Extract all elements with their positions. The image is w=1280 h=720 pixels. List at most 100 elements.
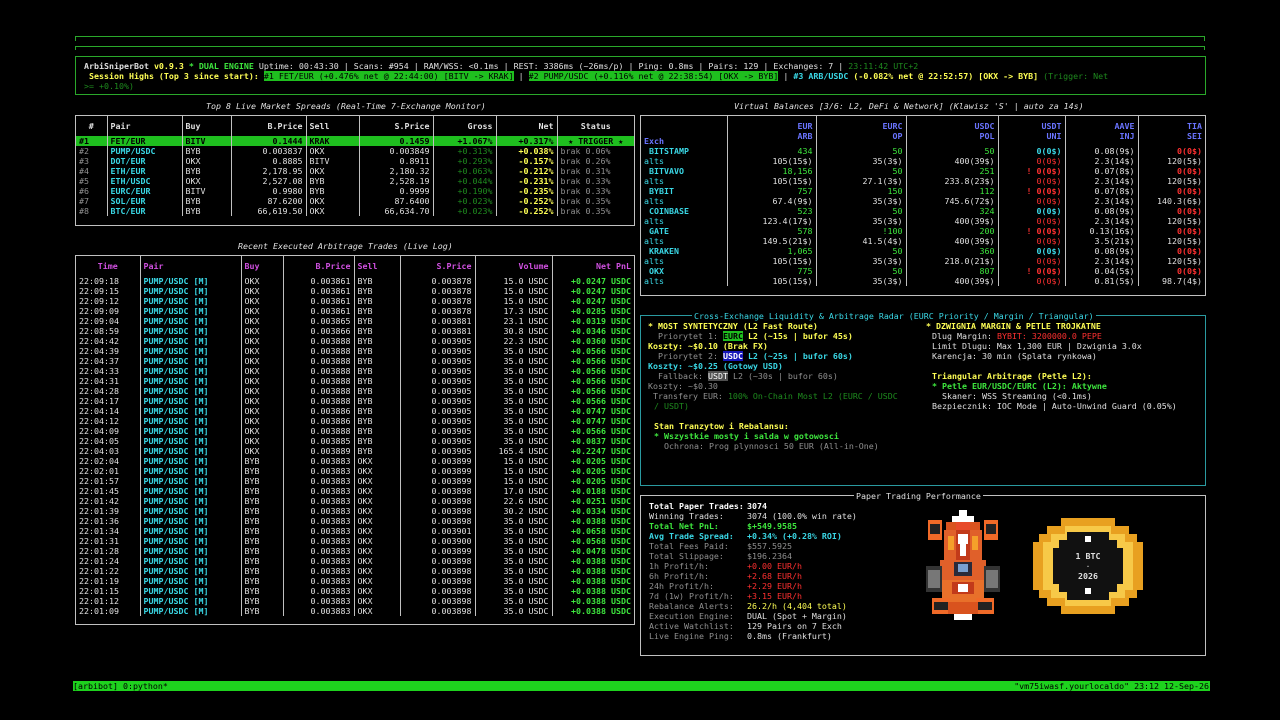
balances-exch-header: Exch [641,116,727,146]
trade-row[interactable]: 22:01:12 PUMP/USDC [M] BYB 0.003883 OKX 0.003… [76,596,634,606]
trade-cell: 0.003898 [399,596,475,606]
trade-row[interactable]: 22:01:42 PUMP/USDC [M] BYB 0.003883 OKX 0.003… [76,496,634,506]
trade-row[interactable]: 22:01:28 PUMP/USDC [M] BYB 0.003883 OKX 0.003… [76,546,634,556]
trade-cell: OKX [353,586,400,596]
trade-row[interactable]: 22:01:19 PUMP/USDC [M] BYB 0.003883 OKX 0.003… [76,576,634,586]
trade-row[interactable]: 22:01:09 PUMP/USDC [M] BYB 0.003883 OKX 0.003… [76,606,634,616]
spread-row[interactable]: #3 DOT/EUR OKX 0.8885 BITV 0.8911 +0.293% -0.15… [76,156,634,166]
trade-cell: +0.0566 USDC [551,386,634,396]
trade-row[interactable]: 22:02:04 PUMP/USDC [M] BYB 0.003883 OKX 0.003… [76,456,634,466]
spread-row[interactable]: #7 SOL/EUR BYB 87.6200 OKX 87.6400 +0.023% -0.2… [76,196,634,206]
trade-row[interactable]: 22:09:12 PUMP/USDC [M] OKX 0.003861 BYB 0.003… [76,296,634,306]
spread-cell: +0.293% [432,156,496,166]
balance-row-alts: alts 67.4(9$) 35(3$) 745.6(72$) 0(0$) 2.3(14$… [641,196,1205,206]
trade-cell: 165.4 USDC [474,446,552,456]
trade-cell: BYB [353,366,400,376]
trade-cell: 15.0 USDC [474,286,552,296]
trade-cell: 22:09:15 [79,286,119,296]
trade-cell: 22:04:05 [79,436,119,446]
app-version: v0.9.3 [153,61,184,71]
trade-row[interactable]: 22:01:22 PUMP/USDC [M] BYB 0.003883 OKX 0.003… [76,566,634,576]
trade-cell: OKX [240,376,283,386]
trade-row[interactable]: 22:04:37 PUMP/USDC [M] OKX 0.003888 BYB 0.003… [76,356,634,366]
trades-col-header: Pair [139,256,241,276]
trade-cell: +0.0388 USDC [551,576,634,586]
balance-alt-cell: 2.3(14$) [1064,176,1138,186]
trade-row[interactable]: 22:01:24 PUMP/USDC [M] BYB 0.003883 OKX 0.003… [76,556,634,566]
trade-cell: PUMP/USDC [M] [139,426,241,436]
spread-row[interactable]: #4 ETH/EUR BYB 2,178.95 OKX 2,180.32 +0.063% -0… [76,166,634,176]
trade-row[interactable]: 22:04:33 PUMP/USDC [M] OKX 0.003888 BYB 0.003… [76,366,634,376]
trade-cell: 22:01:22 [79,566,119,576]
balance-row-main[interactable]: OKX 775 50 807! 0(0$) 0.04(5$) 0(0$) [641,266,1205,276]
balance-row-main[interactable]: BYBIT 757 150 112! 0(0$) 0.07(8$) 0(0$) [641,186,1205,196]
trade-row[interactable]: 22:02:01 PUMP/USDC [M] BYB 0.003883 OKX 0.003… [76,466,634,476]
tmux-session[interactable]: [arbibot] 0:python* [73,681,168,691]
trade-row[interactable]: 22:04:28 PUMP/USDC [M] OKX 0.003888 BYB 0.003… [76,386,634,396]
trade-cell: 0.003883 [282,476,354,486]
spread-cell: -0.235% [495,186,557,196]
spread-row[interactable]: #5 ETH/USDC OKX 2,527.08 BYB 2,528.19 +0.044% -… [76,176,634,186]
trade-cell: 0.003905 [399,376,475,386]
trade-cell: 22:04:42 [79,336,119,346]
trade-row[interactable]: 22:04:39 PUMP/USDC [M] OKX 0.003888 BYB 0.003… [76,346,634,356]
trade-row[interactable]: 22:04:17 PUMP/USDC [M] OKX 0.003888 BYB 0.003… [76,396,634,406]
spread-row[interactable]: #6 EURC/EUR BITV 0.9980 BYB 0.9999 +0.190% -0.2… [76,186,634,196]
balance-row-main[interactable]: KRAKEN 1,065 50 360 0(0$) 0.08(9$) 0(0$) [641,246,1205,256]
spread-row[interactable]: #1 FET/EUR BITV 0.1444 KRAK 0.1459 +1.067% +0.3… [76,136,634,146]
spread-row[interactable]: #8 BTC/EUR BYB 66,619.50 OKX 66,634.70 +0.023%… [76,206,634,216]
trade-cell: +0.0388 USDC [551,596,634,606]
trade-row[interactable]: 22:01:36 PUMP/USDC [M] BYB 0.003883 OKX 0.003… [76,516,634,526]
trade-row[interactable]: 22:04:12 PUMP/USDC [M] OKX 0.003886 BYB 0.003… [76,416,634,426]
trade-row[interactable]: 22:04:03 PUMP/USDC [M] OKX 0.003889 BYB 0.003… [76,446,634,456]
trade-row[interactable]: 22:09:04 PUMP/USDC [M] OKX 0.003865 BYB 0.003… [76,316,634,326]
trade-row[interactable]: 22:04:31 PUMP/USDC [M] OKX 0.003888 BYB 0.003… [76,376,634,386]
spread-cell: 87.6400 [358,196,433,206]
trade-cell: BYB [240,476,283,486]
trade-row[interactable]: 22:01:15 PUMP/USDC [M] BYB 0.003883 OKX 0.003… [76,586,634,596]
trade-cell: +0.2247 USDC [551,446,634,456]
balance-alt-cell: 400(39$) [905,156,998,166]
trade-row[interactable]: 22:04:14 PUMP/USDC [M] OKX 0.003886 BYB 0.003… [76,406,634,416]
balance-cell: 523 [726,206,816,216]
trade-row[interactable]: 22:01:57 PUMP/USDC [M] BYB 0.003883 OKX 0.003… [76,476,634,486]
spread-cell: BYB [181,206,231,216]
balance-row-main[interactable]: BITSTAMP 434 50 50 0(0$) 0.08(9$) 0(0$) [641,146,1205,156]
trade-row[interactable]: 22:01:31 PUMP/USDC [M] BYB 0.003883 OKX 0.003… [76,536,634,546]
trade-cell: +0.0747 USDC [551,406,634,416]
balance-row-main[interactable]: BITVAVO 18,156 50 251! 0(0$) 0.07(8$) 0(0$) [641,166,1205,176]
trade-cell: 15.0 USDC [474,476,552,486]
trade-cell: 0.003899 [399,466,475,476]
trade-cell: 22.3 USDC [474,336,552,346]
trade-cell: 0.003905 [399,406,475,416]
spread-cell: 2,527.08 [230,176,306,186]
trade-row[interactable]: 22:01:45 PUMP/USDC [M] BYB 0.003883 OKX 0.003… [76,486,634,496]
spreads-col-header: Buy [181,116,231,136]
trade-row[interactable]: 22:04:09 PUMP/USDC [M] OKX 0.003888 BYB 0.003… [76,426,634,436]
paper-stats: Total Paper Trades: 3074 Winning Trades: 30… [649,501,919,641]
trade-cell: 22:01:34 [79,526,119,536]
trade-cell: BYB [240,526,283,536]
trade-cell: 0.003883 [282,456,354,466]
trade-cell: BYB [240,496,283,506]
trade-cell: OKX [353,516,400,526]
trade-row[interactable]: 22:04:05 PUMP/USDC [M] OKX 0.003885 BYB 0.003… [76,436,634,446]
trade-row[interactable]: 22:09:18 PUMP/USDC [M] OKX 0.003861 BYB 0.003… [76,276,634,286]
trade-row[interactable]: 22:08:59 PUMP/USDC [M] OKX 0.003866 BYB 0.003… [76,326,634,336]
spread-cell: 0.9980 [230,186,306,196]
trade-row[interactable]: 22:09:15 PUMP/USDC [M] OKX 0.003861 BYB 0.003… [76,286,634,296]
trade-row[interactable]: 22:01:34 PUMP/USDC [M] BYB 0.003883 OKX 0.003… [76,526,634,536]
trade-row[interactable]: 22:09:09 PUMP/USDC [M] OKX 0.003861 BYB 0.003… [76,306,634,316]
spread-row[interactable]: #2 PUMP/USDC BYB 0.003837 OKX 0.003849 +0.313%… [76,146,634,156]
trade-cell: BYB [353,436,400,446]
trade-row[interactable]: 22:01:39 PUMP/USDC [M] BYB 0.003883 OKX 0.003… [76,506,634,516]
balance-row-main[interactable]: GATE 578 !100 200! 0(0$) 0.13(16$) 0(0$) [641,226,1205,236]
trade-cell: PUMP/USDC [M] [139,456,241,466]
radar-left-head: * MOST SYNTETYCZNY (L2 Fast Route) [648,321,818,331]
balance-row-main[interactable]: COINBASE 523 50 324 0(0$) 0.08(9$) 0(0$) [641,206,1205,216]
trade-row[interactable]: 22:04:42 PUMP/USDC [M] OKX 0.003888 BYB 0.003… [76,336,634,346]
usdc-token: USDC [722,351,743,361]
trade-cell: +0.0334 USDC [551,506,634,516]
trade-cell: 35.0 USDC [474,576,552,586]
spread-cell: 0.8885 [230,156,306,166]
